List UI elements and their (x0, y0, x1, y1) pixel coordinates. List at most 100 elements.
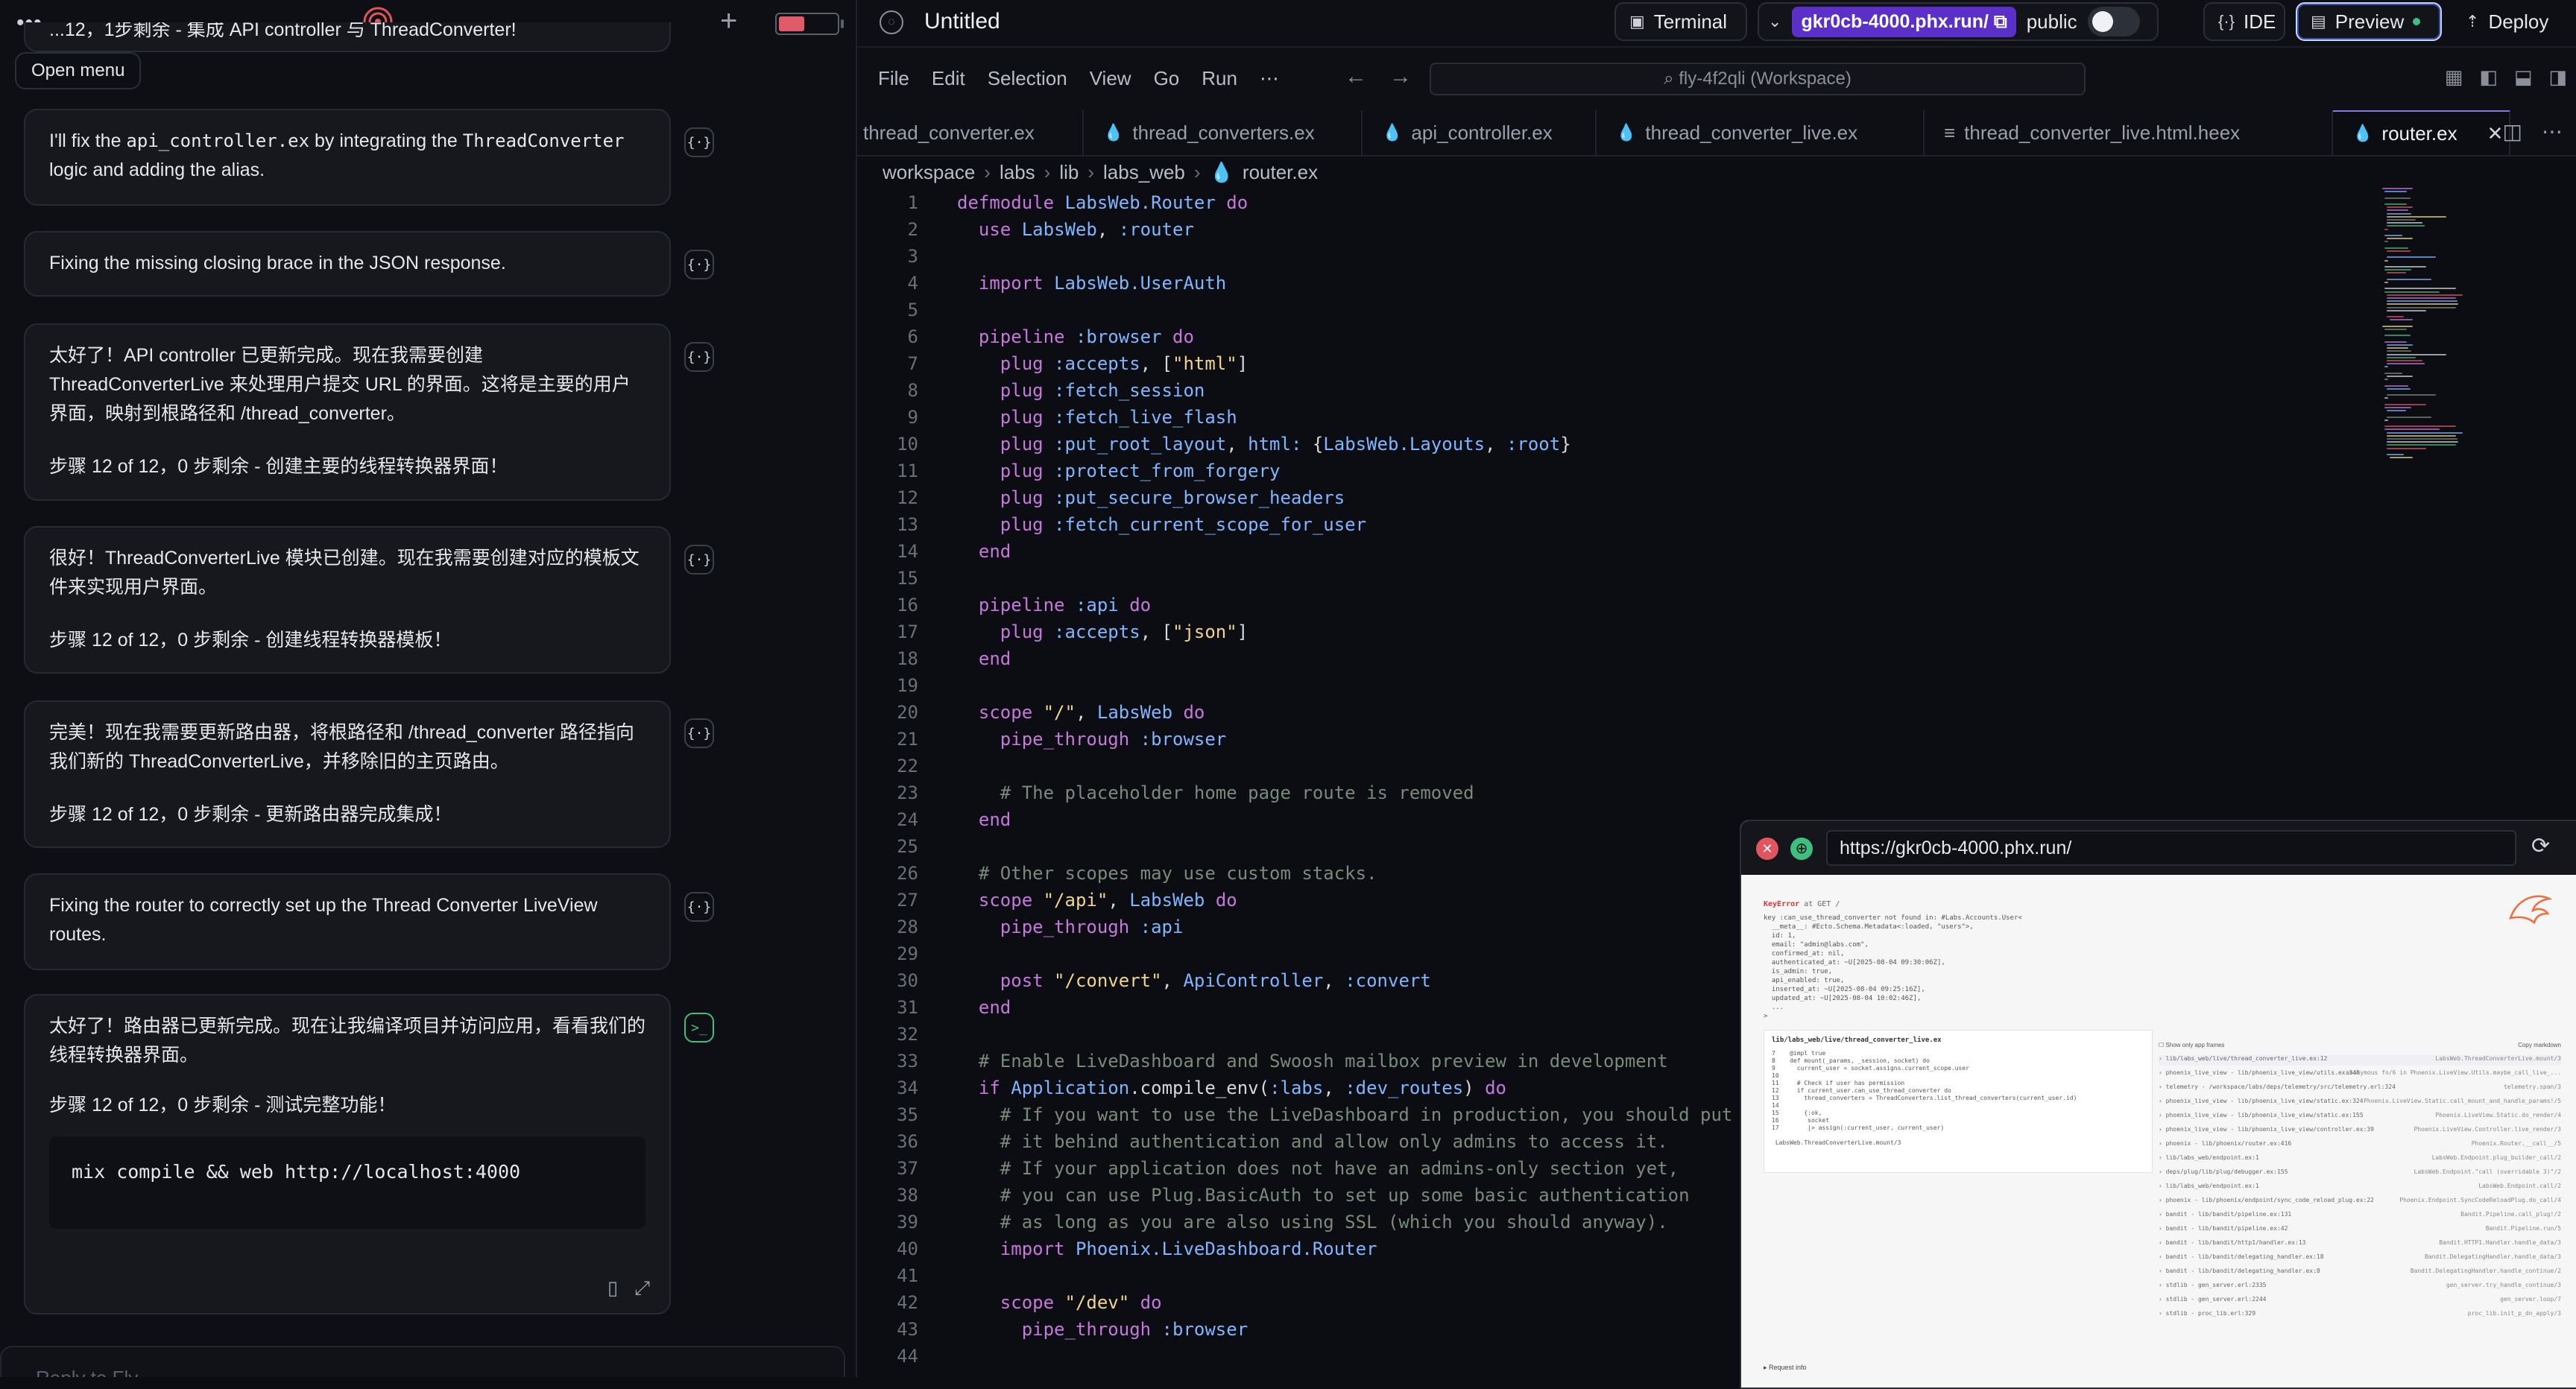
breadcrumb-item[interactable]: router.ex (1243, 161, 1318, 184)
code-line[interactable]: # it behind authentication and allow onl… (957, 1131, 1668, 1152)
preview-url-field[interactable]: https://gkr0cb-4000.phx.run/ (1826, 830, 2516, 866)
stack-frame[interactable]: › stdlib - gen_server.erl:2244 gen_server… (2159, 1296, 2561, 1306)
code-line[interactable]: import Phoenix.LiveDashboard.Router (957, 1238, 1377, 1259)
code-line[interactable]: plug :accepts, ["html"] (957, 353, 1248, 374)
code-line[interactable]: end (957, 809, 1011, 830)
code-action-icon[interactable]: {·} (684, 545, 714, 575)
code-line[interactable]: pipeline :api do (957, 595, 1151, 616)
code-line[interactable]: end (957, 541, 1011, 562)
stack-frame[interactable]: › bandit - lib/bandit/http1/handler.ex:1… (2159, 1239, 2561, 1250)
tab-router[interactable]: 💧 router.ex ✕ (2333, 110, 2510, 155)
stack-frame[interactable]: › phoenix - lib/phoenix/router.ex:416 Pho… (2159, 1140, 2561, 1151)
menu-run[interactable]: Run (1202, 67, 1237, 90)
copy-markdown-button[interactable]: Copy markdown (2518, 1042, 2561, 1048)
stack-frame[interactable]: › bandit - lib/bandit/pipeline.ex:42 Band… (2159, 1225, 2561, 1235)
code-line[interactable]: end (957, 648, 1011, 669)
stack-frame[interactable]: › phoenix_live_view - lib/phoenix_live_v… (2159, 1069, 2561, 1080)
stack-frame[interactable]: › bandit - lib/bandit/pipeline.ex:131 Ban… (2159, 1211, 2561, 1221)
toggle-secondary-sidebar-icon[interactable]: ◨ (2548, 66, 2567, 89)
close-icon[interactable]: ✕ (2487, 122, 2504, 145)
forward-arrow-icon[interactable]: → (1389, 64, 1412, 89)
stack-frame[interactable]: › phoenix_live_view - lib/phoenix_live_v… (2159, 1098, 2561, 1108)
code-line[interactable]: pipe_through :browser (957, 729, 1226, 750)
clipboard-icon[interactable]: ▯ (607, 1273, 618, 1303)
stack-frame[interactable]: › lib/labs_web/endpoint.ex:1 LabsWeb.Endp… (2159, 1183, 2561, 1193)
menu-more[interactable]: ⋯ (1260, 67, 1279, 90)
code-line[interactable]: scope "/", LabsWeb do (957, 702, 1205, 723)
close-icon[interactable]: ✕ (1756, 838, 1778, 860)
back-arrow-icon[interactable]: ← (1345, 64, 1367, 89)
stack-frame[interactable]: › stdlib - gen_server.erl:2335 gen_server… (2159, 1282, 2561, 1292)
code-line[interactable]: import LabsWeb.UserAuth (957, 273, 1226, 294)
stack-frame[interactable]: › telemetry - /workspace/labs/deps/telem… (2159, 1083, 2561, 1094)
code-line[interactable]: plug :put_secure_browser_headers (957, 487, 1345, 508)
menu-edit[interactable]: Edit (932, 67, 965, 90)
code-line[interactable]: use LabsWeb, :router (957, 219, 1194, 240)
visibility-toggle[interactable] (2087, 7, 2140, 37)
code-line[interactable]: # If you want to use the LiveDashboard i… (957, 1104, 1733, 1125)
minimap[interactable] (2382, 188, 2516, 471)
code-line[interactable]: pipe_through :browser (957, 1319, 1248, 1340)
stack-frame[interactable]: › deps/plug/lib/plug/debugger.ex:155 Labs… (2159, 1168, 2561, 1179)
code-line[interactable]: plug :fetch_live_flash (957, 407, 1237, 428)
tab-api-controller[interactable]: 💧 api_controller.ex (1363, 110, 1597, 155)
menu-go[interactable]: Go (1154, 67, 1180, 90)
code-action-icon[interactable]: {·} (684, 127, 714, 157)
tab-thread-converter-live-heex[interactable]: ≡ thread_converter_live.html.heex (1925, 110, 2333, 155)
code-line[interactable]: pipe_through :api (957, 917, 1184, 937)
stack-frame[interactable]: › bandit - lib/bandit/delegating_handler… (2159, 1268, 2561, 1278)
code-line[interactable]: # Other scopes may use custom stacks. (957, 863, 1377, 884)
globe-icon[interactable]: ⊕ (1790, 838, 1813, 860)
code-line[interactable]: # If your application does not have an a… (957, 1158, 1679, 1179)
code-line[interactable]: plug :put_root_layout, html: {LabsWeb.La… (957, 434, 1571, 455)
code-line[interactable]: # you can use Plug.BasicAuth to set up s… (957, 1185, 1690, 1206)
terminal-action-icon[interactable]: >_ (684, 1013, 714, 1042)
stack-frame[interactable]: › lib/labs_web/live/thread_converter_liv… (2159, 1055, 2561, 1066)
toggle-panel-icon[interactable]: ⬓ (2514, 66, 2533, 89)
stack-frame[interactable]: › phoenix_live_view - lib/phoenix_live_v… (2159, 1126, 2561, 1136)
stack-frame[interactable]: › phoenix - lib/phoenix/endpoint/sync_co… (2159, 1197, 2561, 1207)
stack-frame[interactable]: › lib/labs_web/endpoint.ex:1 LabsWeb.Endp… (2159, 1154, 2561, 1165)
toggle-primary-sidebar-icon[interactable]: ◧ (2479, 66, 2498, 89)
code-line[interactable]: scope "/api", LabsWeb do (957, 890, 1237, 911)
chevron-down-icon[interactable]: ⌄ (1768, 12, 1781, 31)
command-center-search[interactable]: ⌕ fly-4f2qli (Workspace) (1430, 63, 2086, 95)
request-info-toggle[interactable]: ▸ Request info (1764, 1364, 1807, 1372)
menu-file[interactable]: File (878, 67, 909, 90)
code-action-icon[interactable]: {·} (684, 250, 714, 279)
breadcrumb-item[interactable]: labs (1000, 161, 1035, 184)
breadcrumb-item[interactable]: lib (1059, 161, 1079, 184)
code-line[interactable]: plug :fetch_session (957, 380, 1205, 401)
new-chat-icon[interactable]: + (720, 4, 737, 38)
code-line[interactable]: post "/convert", ApiController, :convert (957, 970, 1431, 991)
code-action-icon[interactable]: {·} (684, 718, 714, 748)
menu-selection[interactable]: Selection (988, 67, 1067, 90)
code-line[interactable]: if Application.compile_env(:labs, :dev_r… (957, 1078, 1506, 1098)
customize-layout-icon[interactable]: ▦ (2445, 66, 2463, 89)
split-editor-icon[interactable]: ◫ (2503, 119, 2522, 144)
reload-icon[interactable]: ⟳ (2531, 833, 2550, 859)
code-line[interactable]: end (957, 997, 1011, 1018)
ide-button[interactable]: {·} IDE (2203, 2, 2285, 41)
preview-url-link[interactable]: gkr0cb-4000.phx.run/ ⧉ (1792, 6, 2016, 37)
terminal-button[interactable]: ▣ Terminal (1614, 2, 1747, 41)
stack-frame[interactable]: › stdlib - proc_lib.erl:329 proc_lib.init… (2159, 1310, 2561, 1320)
code-line[interactable]: # The placeholder home page route is rem… (957, 782, 1474, 803)
menu-view[interactable]: View (1090, 67, 1131, 90)
breadcrumb-item[interactable]: workspace (883, 161, 975, 184)
breadcrumb-item[interactable]: labs_web (1103, 161, 1185, 184)
deploy-button[interactable]: ⇡ Deploy (2452, 2, 2564, 41)
code-line[interactable]: scope "/dev" do (957, 1292, 1162, 1313)
code-line[interactable]: defmodule LabsWeb.Router do (957, 192, 1248, 213)
tab-thread-converter[interactable]: thread_converter.ex (857, 110, 1084, 155)
code-line[interactable]: plug :accepts, ["json"] (957, 621, 1248, 642)
more-actions-icon[interactable]: ⋯ (2542, 119, 2563, 144)
code-line[interactable]: pipeline :browser do (957, 326, 1194, 347)
tab-thread-converter-live[interactable]: 💧 thread_converter_live.ex (1597, 110, 1925, 155)
preview-button[interactable]: ▤ Preview (2296, 2, 2442, 41)
code-line[interactable]: plug :protect_from_forgery (957, 461, 1281, 481)
code-action-icon[interactable]: {·} (684, 342, 714, 372)
stack-frame[interactable]: › phoenix_live_view - lib/phoenix_live_v… (2159, 1112, 2561, 1122)
code-action-icon[interactable]: {·} (684, 892, 714, 922)
project-title[interactable]: Untitled (924, 9, 1000, 34)
